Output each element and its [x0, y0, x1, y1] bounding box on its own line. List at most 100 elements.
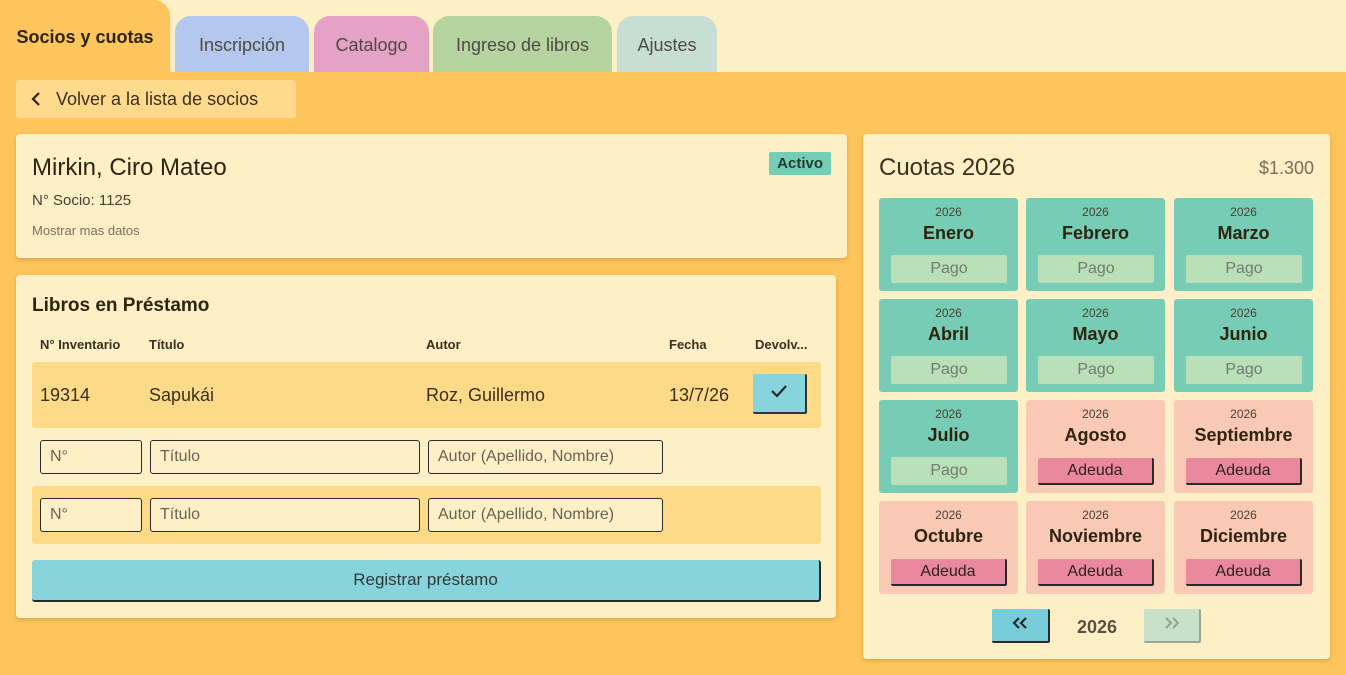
- month-name: Junio: [1219, 324, 1268, 344]
- loan-title: Sapukái: [149, 385, 215, 405]
- double-chevron-left-icon: [1011, 616, 1029, 635]
- paid-status-button[interactable]: Pago: [1186, 356, 1302, 384]
- back-button-label: Volver a la lista de socios: [56, 88, 259, 109]
- paid-status-button[interactable]: Pago: [1038, 255, 1154, 283]
- month-tile-enero: 2026 Enero Pago: [879, 198, 1018, 291]
- loan-date: 13/7/26: [669, 385, 730, 405]
- chevron-left-icon: [16, 91, 56, 107]
- tab-ajustes[interactable]: Ajustes: [617, 16, 717, 72]
- month-name: Diciembre: [1199, 526, 1288, 546]
- title-input[interactable]: Título: [150, 440, 420, 474]
- inventory-placeholder: N°: [50, 448, 68, 465]
- pager-year: 2026: [1076, 617, 1118, 637]
- loan-inventory: 19314: [40, 385, 91, 405]
- month-year: 2026: [1230, 508, 1257, 522]
- month-tile-noviembre: 2026 Noviembre Adeuda: [1026, 501, 1165, 594]
- paid-status-button[interactable]: Pago: [891, 356, 1007, 384]
- tab-label: Ingreso de libros: [455, 35, 590, 55]
- member-card: Mirkin, Ciro Mateo N° Socio: 1125 Mostra…: [16, 134, 847, 258]
- month-tile-mayo: 2026 Mayo Pago: [1026, 299, 1165, 392]
- month-name: Febrero: [1061, 223, 1130, 243]
- month-year: 2026: [1230, 306, 1257, 320]
- paid-status-button[interactable]: Pago: [1038, 356, 1154, 384]
- month-tile-marzo: 2026 Marzo Pago: [1174, 198, 1313, 291]
- paid-status-button[interactable]: Pago: [1186, 255, 1302, 283]
- tab-ingreso-de-libros[interactable]: Ingreso de libros: [433, 16, 612, 72]
- check-icon: [770, 384, 788, 403]
- member-name: Mirkin, Ciro Mateo: [32, 154, 227, 181]
- fees-card: Cuotas 2026 $1.300 2026 Enero Pago 2026 Febr…: [863, 134, 1330, 659]
- fees-title: Cuotas 2026: [879, 154, 1016, 181]
- tab-bar: Socios y cuotas Inscripción Catalogo Ing…: [0, 0, 1346, 72]
- member-number: N° Socio: 1125: [32, 192, 132, 209]
- column-header-return: Devolv...: [755, 337, 808, 352]
- column-header-title: Título: [149, 337, 185, 352]
- title-placeholder: Título: [160, 448, 201, 465]
- month-name: Noviembre: [1048, 526, 1143, 546]
- month-year: 2026: [935, 205, 962, 219]
- month-year: 2026: [1082, 407, 1109, 421]
- tab-inscripcion[interactable]: Inscripción: [175, 16, 309, 72]
- month-name: Abril: [927, 324, 969, 344]
- loans-card: Libros en Préstamo N° Inventario Título …: [16, 275, 836, 618]
- loans-title: Libros en Préstamo: [32, 295, 210, 316]
- month-year: 2026: [1082, 508, 1109, 522]
- loan-author: Roz, Guillermo: [426, 385, 546, 405]
- month-name: Agosto: [1064, 425, 1127, 445]
- month-tile-diciembre: 2026 Diciembre Adeuda: [1174, 501, 1313, 594]
- author-input[interactable]: Autor (Apellido, Nombre): [428, 440, 663, 474]
- month-name: Marzo: [1217, 223, 1270, 243]
- inventory-placeholder: N°: [50, 506, 68, 523]
- month-year: 2026: [935, 306, 962, 320]
- month-tile-junio: 2026 Junio Pago: [1174, 299, 1313, 392]
- owed-status-button[interactable]: Adeuda: [1186, 559, 1302, 586]
- month-year: 2026: [935, 508, 962, 522]
- fee-amount: $1.300: [1258, 158, 1314, 178]
- month-tile-agosto: 2026 Agosto Adeuda: [1026, 400, 1165, 493]
- tab-socios-y-cuotas[interactable]: Socios y cuotas: [0, 0, 170, 72]
- month-name: Octubre: [913, 526, 983, 546]
- next-year-button[interactable]: [1144, 609, 1201, 643]
- return-book-button[interactable]: [753, 374, 807, 414]
- inventory-number-input[interactable]: N°: [40, 498, 142, 532]
- month-tile-octubre: 2026 Octubre Adeuda: [879, 501, 1018, 594]
- column-header-inventory: N° Inventario: [40, 337, 121, 352]
- back-to-members-button[interactable]: Volver a la lista de socios: [16, 80, 296, 118]
- previous-year-button[interactable]: [992, 609, 1050, 643]
- owed-status-button[interactable]: Adeuda: [1186, 458, 1302, 485]
- column-header-date: Fecha: [669, 337, 707, 352]
- month-name: Julio: [927, 425, 970, 445]
- month-tile-julio: 2026 Julio Pago: [879, 400, 1018, 493]
- inventory-number-input[interactable]: N°: [40, 440, 142, 474]
- table-row: 19314 Sapukái Roz, Guillermo 13/7/26: [32, 362, 821, 428]
- tab-label: Inscripción: [198, 35, 286, 55]
- owed-status-button[interactable]: Adeuda: [891, 559, 1007, 586]
- register-loan-button[interactable]: Registrar préstamo: [32, 560, 821, 602]
- double-chevron-right-icon: [1163, 616, 1181, 635]
- month-year: 2026: [1082, 205, 1109, 219]
- register-loan-label: Registrar préstamo: [353, 570, 498, 589]
- column-header-author: Autor: [426, 337, 461, 352]
- month-name: Enero: [922, 223, 974, 243]
- paid-status-button[interactable]: Pago: [891, 457, 1007, 485]
- title-placeholder: Título: [160, 506, 201, 523]
- month-name: Septiembre: [1194, 425, 1293, 445]
- month-year: 2026: [935, 407, 962, 421]
- author-placeholder: Autor (Apellido, Nombre): [438, 506, 615, 523]
- tab-label: Catalogo: [335, 35, 408, 55]
- author-input[interactable]: Autor (Apellido, Nombre): [428, 498, 663, 532]
- tab-label: Socios y cuotas: [16, 27, 154, 47]
- author-placeholder: Autor (Apellido, Nombre): [438, 448, 615, 465]
- month-tile-abril: 2026 Abril Pago: [879, 299, 1018, 392]
- month-tile-febrero: 2026 Febrero Pago: [1026, 198, 1165, 291]
- paid-status-button[interactable]: Pago: [891, 255, 1007, 283]
- owed-status-button[interactable]: Adeuda: [1038, 559, 1154, 586]
- tab-label: Ajustes: [637, 35, 697, 55]
- status-badge: Activo: [769, 152, 831, 175]
- owed-status-button[interactable]: Adeuda: [1038, 458, 1154, 485]
- show-more-data-link[interactable]: Mostrar mas datos: [32, 223, 140, 238]
- month-year: 2026: [1230, 407, 1257, 421]
- tab-catalogo[interactable]: Catalogo: [314, 16, 429, 72]
- title-input[interactable]: Título: [150, 498, 420, 532]
- month-tile-septiembre: 2026 Septiembre Adeuda: [1174, 400, 1313, 493]
